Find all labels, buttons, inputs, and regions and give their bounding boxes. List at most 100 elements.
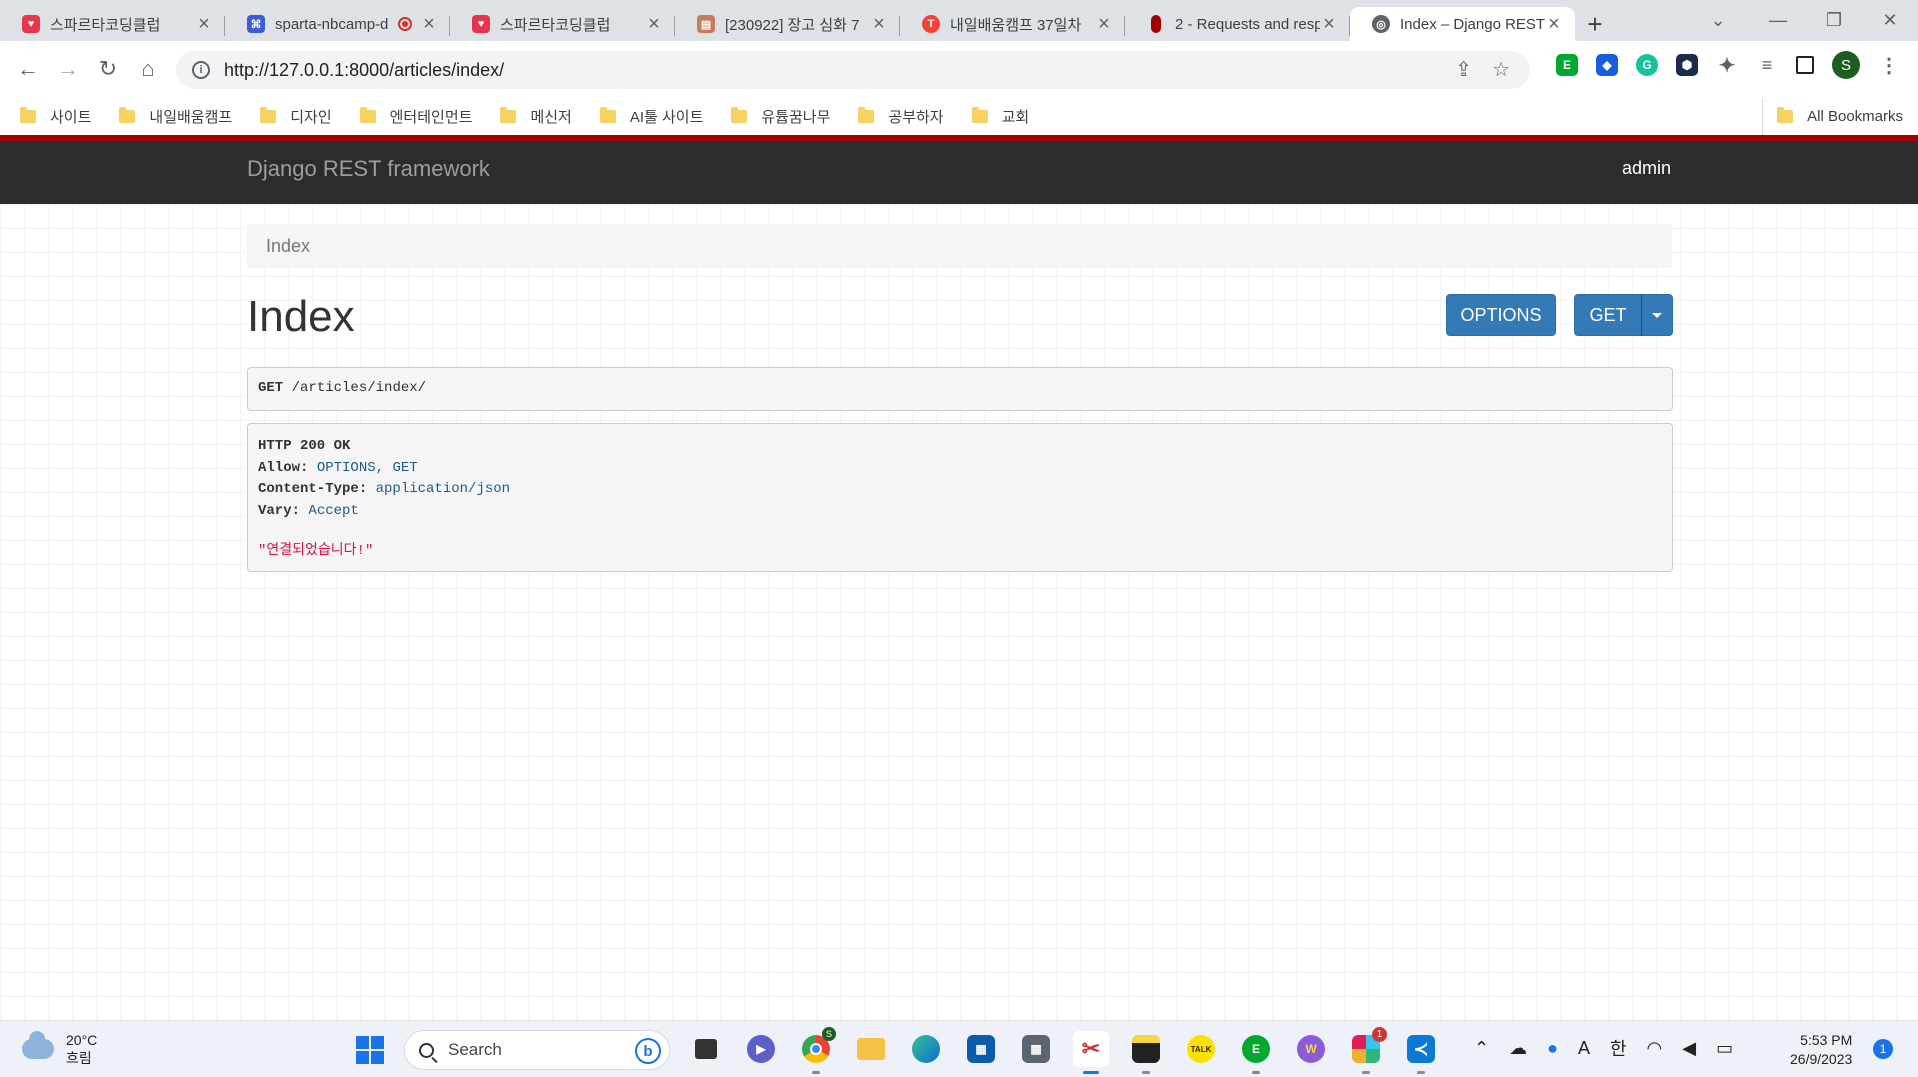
bookmark-folder[interactable]: AI툴 사이트: [599, 106, 703, 127]
battery-icon[interactable]: ▭: [1716, 1038, 1733, 1059]
recording-icon: [398, 17, 412, 31]
chevron-up-icon[interactable]: ⌃: [1474, 1038, 1489, 1059]
response-header: Content-Type: application/json: [258, 481, 511, 497]
browser-tab-active[interactable]: ◎ Index – Django REST ×: [1350, 7, 1575, 41]
reading-list-icon[interactable]: ≡: [1756, 54, 1778, 76]
sparta-favicon-icon: ♥: [22, 15, 40, 33]
tab-close-icon[interactable]: ×: [420, 14, 438, 34]
grammarly-extension-icon[interactable]: G: [1636, 54, 1658, 76]
bing-icon[interactable]: b: [635, 1038, 661, 1064]
browser-tab[interactable]: ♥ 스파르타코딩클럽 ×: [0, 7, 225, 41]
folder-icon: [260, 107, 277, 123]
calculator-icon[interactable]: ▦: [1018, 1031, 1054, 1067]
tab-close-icon[interactable]: ×: [645, 14, 663, 34]
store-icon[interactable]: ▦: [963, 1031, 999, 1067]
onedrive-icon[interactable]: ☁: [1509, 1038, 1527, 1059]
microphone-icon[interactable]: ●: [1547, 1038, 1558, 1059]
back-icon[interactable]: ←: [8, 49, 48, 89]
all-bookmarks[interactable]: All Bookmarks: [1762, 98, 1903, 135]
response-status: HTTP 200 OK: [258, 438, 351, 454]
kakaotalk-icon[interactable]: TALK: [1183, 1031, 1219, 1067]
taskbar-search[interactable]: Search b: [404, 1030, 670, 1070]
edge-icon[interactable]: [908, 1031, 944, 1067]
bookmark-folder[interactable]: 유튭꿈나무: [731, 106, 830, 127]
wifi-icon[interactable]: ◠: [1647, 1038, 1663, 1059]
request-info: GET /articles/index/: [247, 367, 1673, 411]
profile-avatar[interactable]: S: [1832, 51, 1860, 79]
share-icon[interactable]: ⇪: [1455, 57, 1472, 82]
weather-widget[interactable]: 20°C 흐림: [22, 1031, 97, 1067]
taskbar-apps: ▶ S ▦ ▦ ✂ TALK E W 1 ≺: [688, 1027, 1439, 1074]
evernote-icon[interactable]: E: [1238, 1031, 1274, 1074]
slack-icon[interactable]: 1: [1348, 1027, 1387, 1074]
reload-icon[interactable]: ↻: [88, 49, 128, 89]
whale-app-icon[interactable]: W: [1293, 1031, 1329, 1067]
folder-icon: [20, 107, 36, 123]
browser-tab[interactable]: ▤ [230922] 장고 심화 7 ×: [675, 7, 900, 41]
chrome-profile-badge: S: [822, 1027, 836, 1041]
side-panel-icon[interactable]: [1796, 56, 1814, 74]
chrome-icon[interactable]: S: [798, 1027, 836, 1074]
bookmark-folder[interactable]: 엔터테인먼트: [359, 106, 472, 127]
puzzle-extensions-icon[interactable]: ✦: [1716, 54, 1738, 77]
tab-title: 2 - Requests and resp: [1175, 15, 1320, 33]
folder-icon: [500, 107, 517, 123]
volume-icon[interactable]: ◀: [1682, 1038, 1696, 1059]
site-info-icon[interactable]: i: [192, 61, 210, 79]
tab-title: Index – Django REST: [1400, 15, 1545, 33]
slack-badge: 1: [1372, 1027, 1387, 1042]
bookmark-folder[interactable]: 내일배움캠프: [119, 106, 232, 127]
teams-chat-icon[interactable]: ▶: [743, 1031, 779, 1067]
weather-desc: 흐림: [66, 1050, 92, 1066]
vscode-icon[interactable]: ≺: [1403, 1031, 1439, 1074]
evernote-extension-icon[interactable]: E: [1556, 54, 1578, 76]
sticky-notes-icon[interactable]: [1128, 1031, 1164, 1074]
bookmark-folder[interactable]: 메신저: [500, 106, 572, 127]
breadcrumb-item[interactable]: Index: [266, 236, 310, 256]
new-tab-button[interactable]: +: [1575, 7, 1615, 41]
clock[interactable]: 5:53 PM 26/9/2023: [1790, 1031, 1852, 1069]
start-button[interactable]: [356, 1036, 384, 1064]
bookmark-folder[interactable]: 공부하자: [858, 106, 944, 127]
globe-icon: ◎: [1372, 15, 1390, 33]
ime-indicator[interactable]: 한: [1610, 1035, 1627, 1061]
drf-brand-link[interactable]: Django REST framework: [247, 156, 490, 182]
tab-close-icon[interactable]: ×: [195, 14, 213, 34]
restore-icon[interactable]: ❐: [1806, 0, 1862, 41]
browser-tab[interactable]: ⌘ sparta-nbcamp-d ×: [225, 7, 450, 41]
browser-tab[interactable]: ♥ 스파르타코딩클럽 ×: [450, 7, 675, 41]
address-bar[interactable]: i http://127.0.0.1:8000/articles/index/ …: [176, 51, 1530, 89]
get-format-dropdown[interactable]: [1641, 294, 1673, 336]
chrome-menu-icon[interactable]: ⋮: [1878, 54, 1900, 77]
minimize-icon[interactable]: —: [1750, 0, 1806, 41]
bookmark-star-icon[interactable]: ☆: [1492, 57, 1510, 82]
home-icon[interactable]: ⌂: [128, 49, 168, 89]
file-explorer-icon[interactable]: [853, 1031, 889, 1067]
tab-close-icon[interactable]: ×: [1095, 14, 1113, 34]
font-indicator[interactable]: A: [1578, 1038, 1590, 1059]
browser-tab[interactable]: T 내일배움캠프 37일차 ×: [900, 7, 1125, 41]
snipping-tool-icon[interactable]: ✂: [1073, 1031, 1109, 1074]
bookmark-folder[interactable]: 교회: [971, 106, 1029, 127]
folder-icon: [119, 107, 136, 123]
user-menu[interactable]: admin: [1622, 158, 1671, 179]
tab-title: 내일배움캠프 37일차: [950, 16, 1082, 34]
task-view-icon[interactable]: [688, 1031, 724, 1067]
window-close-icon[interactable]: ✕: [1862, 0, 1918, 41]
system-tray: ⌃ ☁ ● A 한 ◠ ◀ ▭: [1474, 1035, 1733, 1061]
hexagon-extension-icon[interactable]: ⬢: [1676, 54, 1698, 76]
bookmark-folder[interactable]: 디자인: [260, 106, 332, 127]
get-button[interactable]: GET: [1574, 294, 1642, 336]
tab-close-icon[interactable]: ×: [1320, 14, 1338, 34]
drf-navbar: Django REST framework admin: [0, 135, 1918, 204]
tab-search-icon[interactable]: ⌄: [1690, 0, 1746, 41]
options-button[interactable]: OPTIONS: [1446, 294, 1556, 336]
tab-strip: ♥ 스파르타코딩클럽 × ⌘ sparta-nbcamp-d × ♥ 스파르타코…: [0, 0, 1918, 41]
notification-badge[interactable]: 1: [1873, 1039, 1893, 1059]
bookmark-folder[interactable]: 사이트: [20, 106, 91, 127]
forward-icon[interactable]: →: [48, 49, 88, 89]
bitwarden-extension-icon[interactable]: ◆: [1596, 54, 1618, 76]
tab-close-icon[interactable]: ×: [1545, 14, 1563, 34]
tab-close-icon[interactable]: ×: [870, 14, 888, 34]
browser-tab[interactable]: 2 - Requests and resp ×: [1125, 7, 1350, 41]
